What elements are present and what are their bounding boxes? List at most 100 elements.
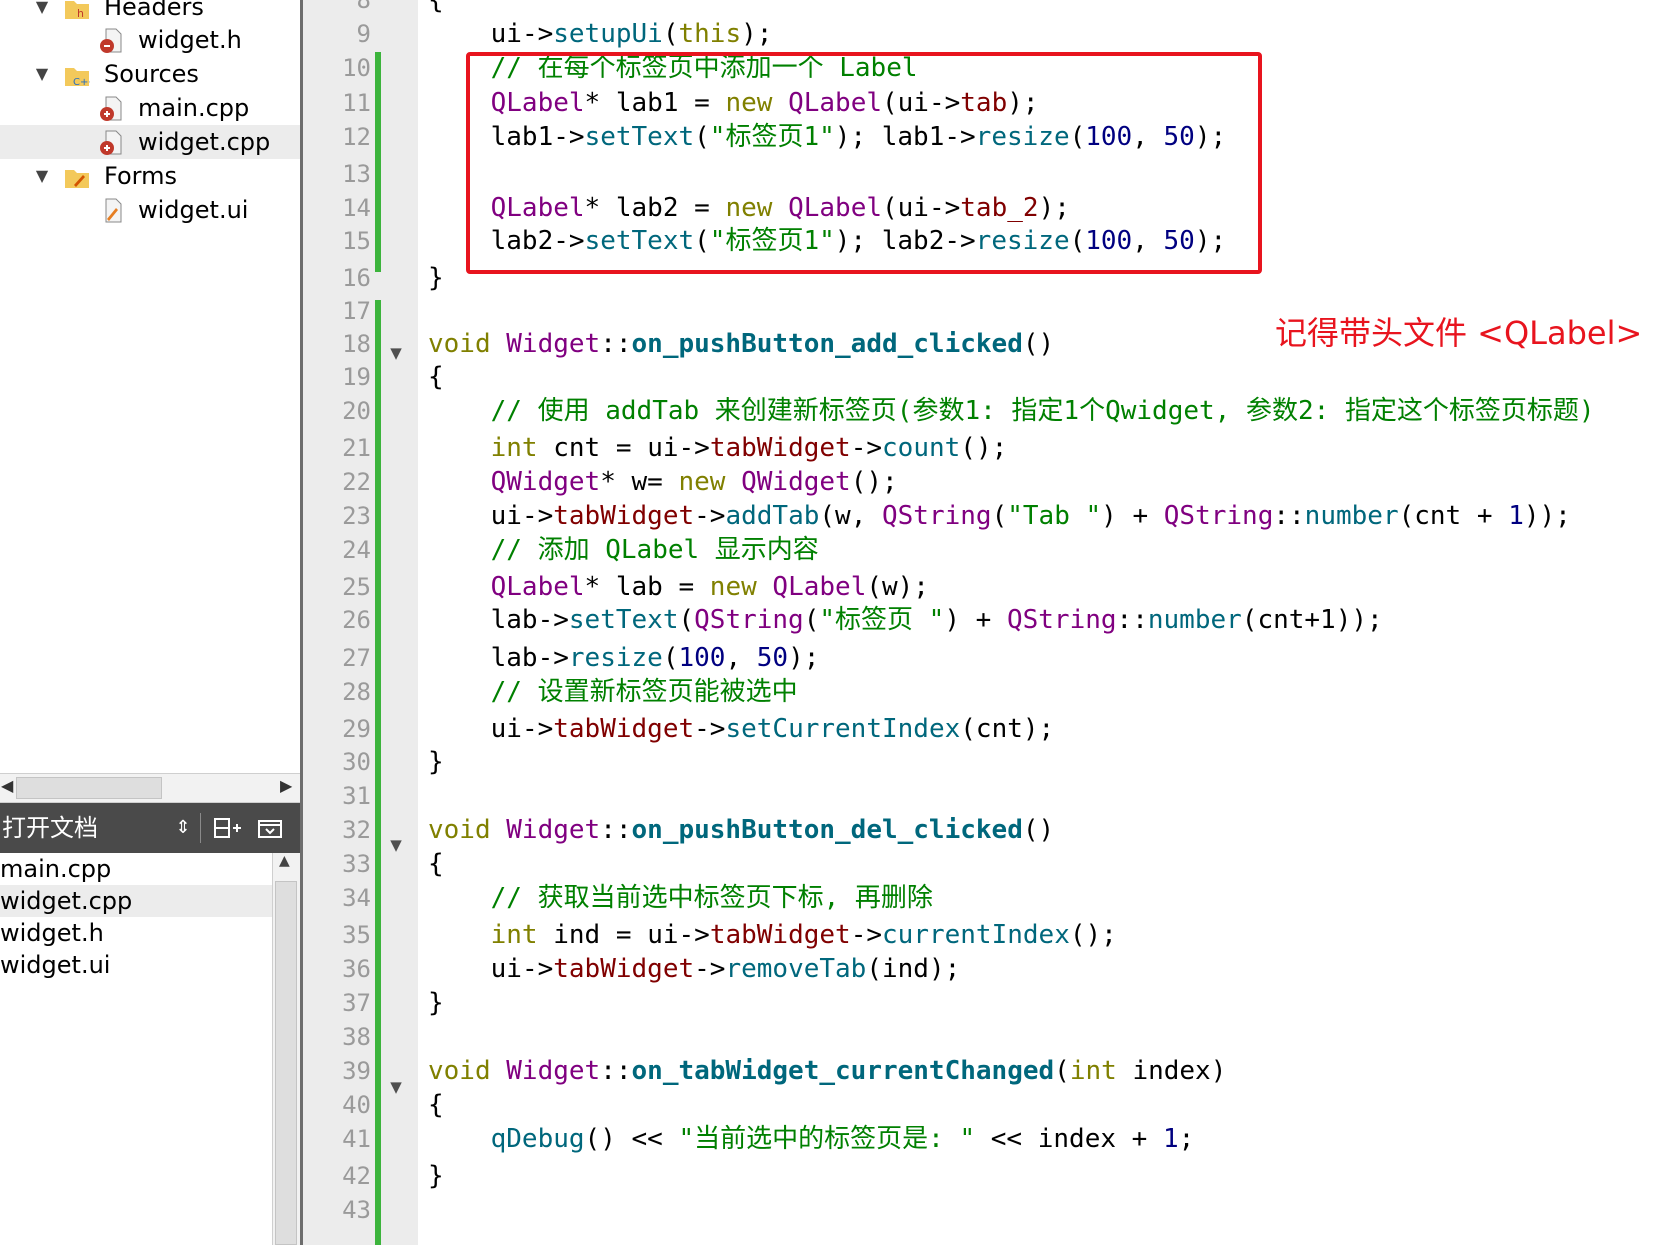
code-token: ); xyxy=(1022,714,1055,744)
code-token: QString xyxy=(1006,605,1117,635)
collapse-arrow-icon[interactable]: ▼ xyxy=(32,159,52,193)
code-token: ( xyxy=(960,714,976,744)
tree-item-widget-h[interactable]: widget.h xyxy=(0,23,300,57)
code-token: -> xyxy=(678,920,710,950)
code-token: ( xyxy=(1054,1056,1070,1086)
fold-arrow-icon[interactable]: ▼ xyxy=(386,336,406,370)
code-token: = xyxy=(600,433,648,463)
tree-item-forms[interactable]: ▼ Forms xyxy=(0,159,300,193)
code-line: ui->tabWidget->removeTab(ind); xyxy=(428,952,961,986)
code-line: // 设置新标签页能被选中 xyxy=(428,675,798,709)
code-line: // 获取当前选中标签页下标, 再删除 xyxy=(428,881,933,915)
fold-arrow-icon[interactable]: ▼ xyxy=(386,1070,406,1104)
line-number: 32 xyxy=(342,816,371,844)
code-comment: // 获取当前选中标签页下标, 再删除 xyxy=(490,883,933,913)
scroll-up-icon[interactable]: ▲ xyxy=(279,853,290,869)
tree-item-main-cpp[interactable]: main.cpp xyxy=(0,91,300,125)
line-number: 21 xyxy=(342,434,371,462)
code-line: // 添加 QLabel 显示内容 xyxy=(428,533,819,567)
header-file-icon xyxy=(100,28,122,53)
code-number: 1 xyxy=(1508,501,1524,531)
code-line: ui->setupUi(this); xyxy=(428,17,773,51)
code-token: ( xyxy=(866,572,882,602)
code-line: void Widget::on_pushButton_add_clicked() xyxy=(428,327,1054,361)
header-folder-icon: h xyxy=(65,1,89,20)
code-line: lab->resize(100, 50); xyxy=(428,641,820,675)
open-documents-scrollbar[interactable]: ▲ xyxy=(272,853,300,1245)
line-number: 38 xyxy=(342,1023,371,1051)
line-number: 13 xyxy=(342,160,371,188)
code-token: :: xyxy=(600,329,632,359)
code-line: { xyxy=(428,0,444,17)
code-token: (); xyxy=(850,467,898,497)
tree-item-widget-ui[interactable]: widget.ui xyxy=(0,193,300,227)
scroll-right-icon[interactable]: ▶ xyxy=(280,776,292,795)
tree-item-widget-cpp[interactable]: widget.cpp xyxy=(0,125,300,159)
code-line: } xyxy=(428,1159,444,1193)
line-number: 29 xyxy=(342,715,371,743)
code-token: -> xyxy=(694,501,726,531)
code-token: } xyxy=(428,747,444,777)
line-number: 17 xyxy=(342,297,371,325)
code-token: ui xyxy=(490,954,522,984)
code-token: Widget xyxy=(506,815,601,845)
open-document-item[interactable]: main.cpp xyxy=(0,853,272,885)
sort-updown-icon[interactable]: ⇕ xyxy=(172,813,194,843)
collapse-arrow-icon[interactable]: ▼ xyxy=(32,57,52,91)
code-token: qDebug xyxy=(490,1124,585,1154)
code-token: addTab xyxy=(725,501,820,531)
code-token: -> xyxy=(694,954,726,984)
code-token: -> xyxy=(521,501,554,531)
code-token: ( xyxy=(662,19,679,49)
scroll-left-icon[interactable]: ◀ xyxy=(1,776,13,795)
code-token: * xyxy=(584,572,601,602)
code-token: index xyxy=(1037,1124,1117,1154)
open-document-item[interactable]: widget.ui xyxy=(0,949,272,981)
close-pane-icon[interactable] xyxy=(256,813,284,843)
fold-arrow-icon[interactable]: ▼ xyxy=(386,828,406,862)
code-token: ui xyxy=(490,19,522,49)
code-token: ( xyxy=(662,643,679,673)
collapse-arrow-icon[interactable]: ▼ xyxy=(32,0,52,24)
code-token: )); xyxy=(1523,501,1571,531)
code-token: QString xyxy=(1163,501,1274,531)
code-token: w xyxy=(631,467,648,497)
split-add-icon[interactable] xyxy=(212,813,242,843)
open-documents-title: 打开文档 xyxy=(2,814,98,842)
code-line: QWidget* w= new QWidget(); xyxy=(428,465,898,499)
open-document-item[interactable]: widget.cpp xyxy=(0,885,272,917)
code-line: void Widget::on_pushButton_del_clicked() xyxy=(428,813,1054,847)
tree-horizontal-scrollbar[interactable]: ◀ ▶ xyxy=(0,773,300,803)
line-number: 23 xyxy=(342,502,371,530)
code-token: Widget xyxy=(506,1056,601,1086)
line-number: 15 xyxy=(342,227,371,255)
tree-item-label: widget.cpp xyxy=(138,128,271,156)
code-token: ( xyxy=(678,605,695,635)
code-string: "当前选中的标签页是: " xyxy=(678,1124,976,1154)
code-comment: // 添加 QLabel 显示内容 xyxy=(490,535,819,565)
code-token: int xyxy=(490,433,538,463)
code-token: ); xyxy=(741,19,773,49)
code-token: tabWidget xyxy=(709,433,851,463)
code-token: { xyxy=(428,0,444,15)
code-token: void xyxy=(428,1056,491,1086)
code-token: , xyxy=(850,501,882,531)
code-token: this xyxy=(678,19,742,49)
code-token: ) xyxy=(944,605,960,635)
code-token: setCurrentIndex xyxy=(725,714,961,744)
code-line: } xyxy=(428,986,444,1020)
open-document-item[interactable]: widget.h xyxy=(0,917,272,949)
code-token: + xyxy=(960,605,1007,635)
tree-item-sources[interactable]: ▼ C++ Sources xyxy=(0,57,300,91)
scrollbar-thumb[interactable] xyxy=(16,777,162,799)
code-token: ui xyxy=(490,714,522,744)
scrollbar-thumb[interactable] xyxy=(275,881,297,1245)
code-token: ( xyxy=(803,605,820,635)
code-line: { xyxy=(428,360,444,394)
code-number: 1 xyxy=(1162,1124,1179,1154)
code-function-name: on_pushButton_del_clicked xyxy=(631,815,1023,845)
code-function-name: on_pushButton_add_clicked xyxy=(631,329,1023,359)
line-number: 31 xyxy=(342,782,371,810)
code-token: QLabel xyxy=(490,572,585,602)
tree-item-headers[interactable]: ▼ h Headers xyxy=(0,0,300,24)
